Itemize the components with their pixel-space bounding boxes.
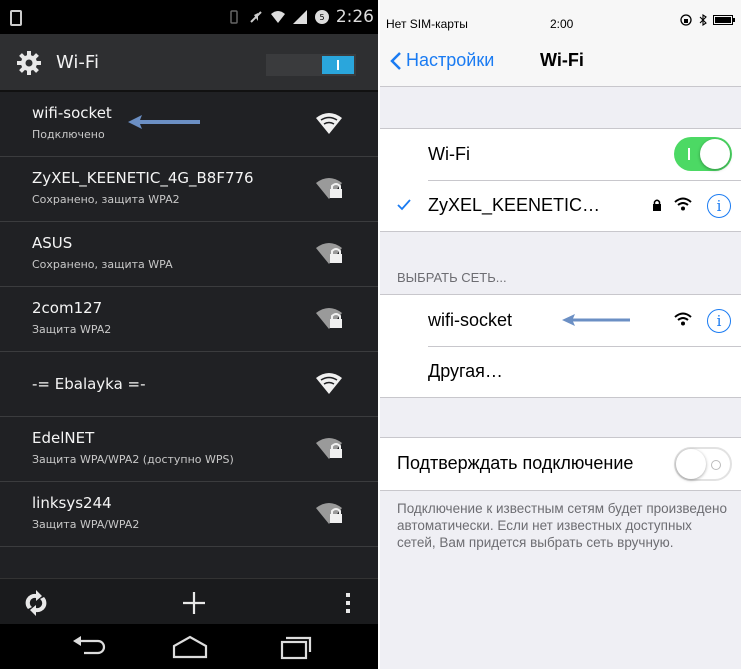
sd-card-icon (10, 10, 22, 26)
wifi-locked-icon (316, 308, 342, 329)
ask-join-cell: Подтверждать подключение (380, 438, 741, 489)
wifi-switch[interactable] (674, 137, 732, 171)
svg-text:5: 5 (319, 13, 324, 22)
network-name: wifi-socket (428, 310, 513, 330)
wifi-label: Wi-Fi (428, 144, 470, 164)
android-page-title: Wi-Fi (56, 52, 99, 73)
wifi-toggle-cell: Wi-Fi (380, 129, 741, 180)
info-icon[interactable]: i (707, 194, 731, 218)
panel-divider (378, 0, 380, 669)
wifi-status-icon (270, 11, 285, 23)
android-action-bar: Wi-Fi (0, 34, 378, 92)
wifi-locked-icon (316, 503, 342, 524)
network-cell[interactable]: wifi-socket i (380, 295, 741, 346)
network-name: linksys244 (32, 494, 112, 512)
network-name: 2com127 (32, 299, 103, 317)
wifi-signal-icon (674, 312, 692, 326)
network-name: wifi-socket (32, 104, 112, 122)
android-screen: 5 2:26 Wi-Fi wifi-socket Подключено ZyXE… (0, 0, 378, 669)
home-nav-icon[interactable] (170, 632, 210, 662)
network-name: EdelNET (32, 429, 95, 447)
wps-button-icon[interactable] (22, 589, 50, 617)
mute-icon (250, 11, 262, 23)
info-icon[interactable]: i (707, 309, 731, 333)
wifi-settings-group: Wi-Fi ZyXEL_KEENETIC… i (380, 128, 741, 232)
signal-icon (292, 10, 307, 24)
android-network-row[interactable]: linksys244 Защита WPA/WPA2 (0, 482, 378, 547)
network-name: ASUS (32, 234, 73, 252)
android-status-bar: 5 2:26 (0, 0, 378, 34)
ios-clock: 2:00 (550, 17, 574, 31)
android-network-row[interactable]: EdelNET Защита WPA/WPA2 (доступно WPS) (0, 417, 378, 482)
android-wifi-toggle[interactable] (266, 54, 356, 76)
wifi-signal-icon (316, 113, 342, 134)
back-nav-icon[interactable] (68, 632, 108, 662)
network-status: Защита WPA2 (32, 323, 112, 336)
add-network-icon[interactable] (180, 589, 208, 617)
lock-icon (653, 199, 661, 211)
ios-navigation-bar: Настройки Wi-Fi (380, 36, 741, 87)
android-network-row[interactable]: 2com127 Защита WPA2 (0, 287, 378, 352)
ios-page-title: Wi-Fi (540, 50, 584, 70)
android-clock: 2:26 (335, 7, 374, 27)
ask-join-footer: Подключение к известным сетям будет прои… (397, 501, 727, 550)
network-status: Сохранено, защита WPA (32, 258, 173, 271)
rotation-lock-icon (680, 14, 692, 26)
android-navigation-bar (0, 624, 378, 669)
ask-join-group: Подтверждать подключение (380, 437, 741, 491)
toggle-thumb (322, 56, 354, 74)
vibrate-icon (230, 10, 238, 24)
android-bottom-toolbar (0, 578, 378, 625)
connected-network-name: ZyXEL_KEENETIC… (428, 195, 601, 215)
wifi-locked-icon (316, 243, 342, 264)
back-label: Настройки (406, 50, 495, 70)
checkmark-icon (397, 199, 411, 211)
android-network-row[interactable]: ZyXEL_KEENETIC_4G_B8F776 Сохранено, защи… (0, 157, 378, 222)
carrier-label: Нет SIM-карты (386, 17, 468, 31)
other-network-label: Другая… (428, 361, 503, 381)
chevron-left-icon (390, 51, 401, 70)
network-list-group: wifi-socket i Другая… (380, 294, 741, 398)
wifi-signal-icon (674, 197, 692, 211)
annotation-arrow (128, 115, 200, 129)
battery-icon: 5 (314, 10, 329, 24)
ios-battery-icon (713, 15, 735, 25)
wifi-signal-icon (316, 373, 342, 394)
android-network-row[interactable]: -= Ebalayka =- (0, 352, 378, 417)
network-name: -= Ebalayka =- (32, 375, 146, 393)
ios-screen: Нет SIM-карты 2:00 Настройки Wi-Fi Wi-Fi (380, 0, 741, 669)
network-status: Защита WPA/WPA2 (32, 518, 140, 531)
wifi-locked-icon (316, 178, 342, 199)
ios-status-bar: Нет SIM-карты 2:00 (380, 0, 741, 36)
network-status: Сохранено, защита WPA2 (32, 193, 180, 206)
connected-network-cell[interactable]: ZyXEL_KEENETIC… i (380, 180, 741, 231)
network-name: ZyXEL_KEENETIC_4G_B8F776 (32, 169, 254, 187)
back-button[interactable]: Настройки (390, 50, 494, 71)
annotation-arrow (562, 314, 630, 326)
choose-network-header: ВЫБРАТЬ СЕТЬ... (397, 270, 507, 285)
wifi-locked-icon (316, 438, 342, 459)
settings-gear-icon[interactable] (16, 50, 42, 76)
overflow-menu-icon[interactable] (334, 589, 362, 617)
other-network-cell[interactable]: Другая… (380, 346, 741, 397)
network-status: Подключено (32, 128, 105, 141)
ask-join-label: Подтверждать подключение (397, 453, 634, 473)
android-network-row[interactable]: ASUS Сохранено, защита WPA (0, 222, 378, 287)
bluetooth-icon (699, 14, 707, 26)
recents-nav-icon[interactable] (276, 632, 316, 662)
ask-join-switch[interactable] (674, 447, 732, 481)
network-status: Защита WPA/WPA2 (доступно WPS) (32, 453, 234, 466)
